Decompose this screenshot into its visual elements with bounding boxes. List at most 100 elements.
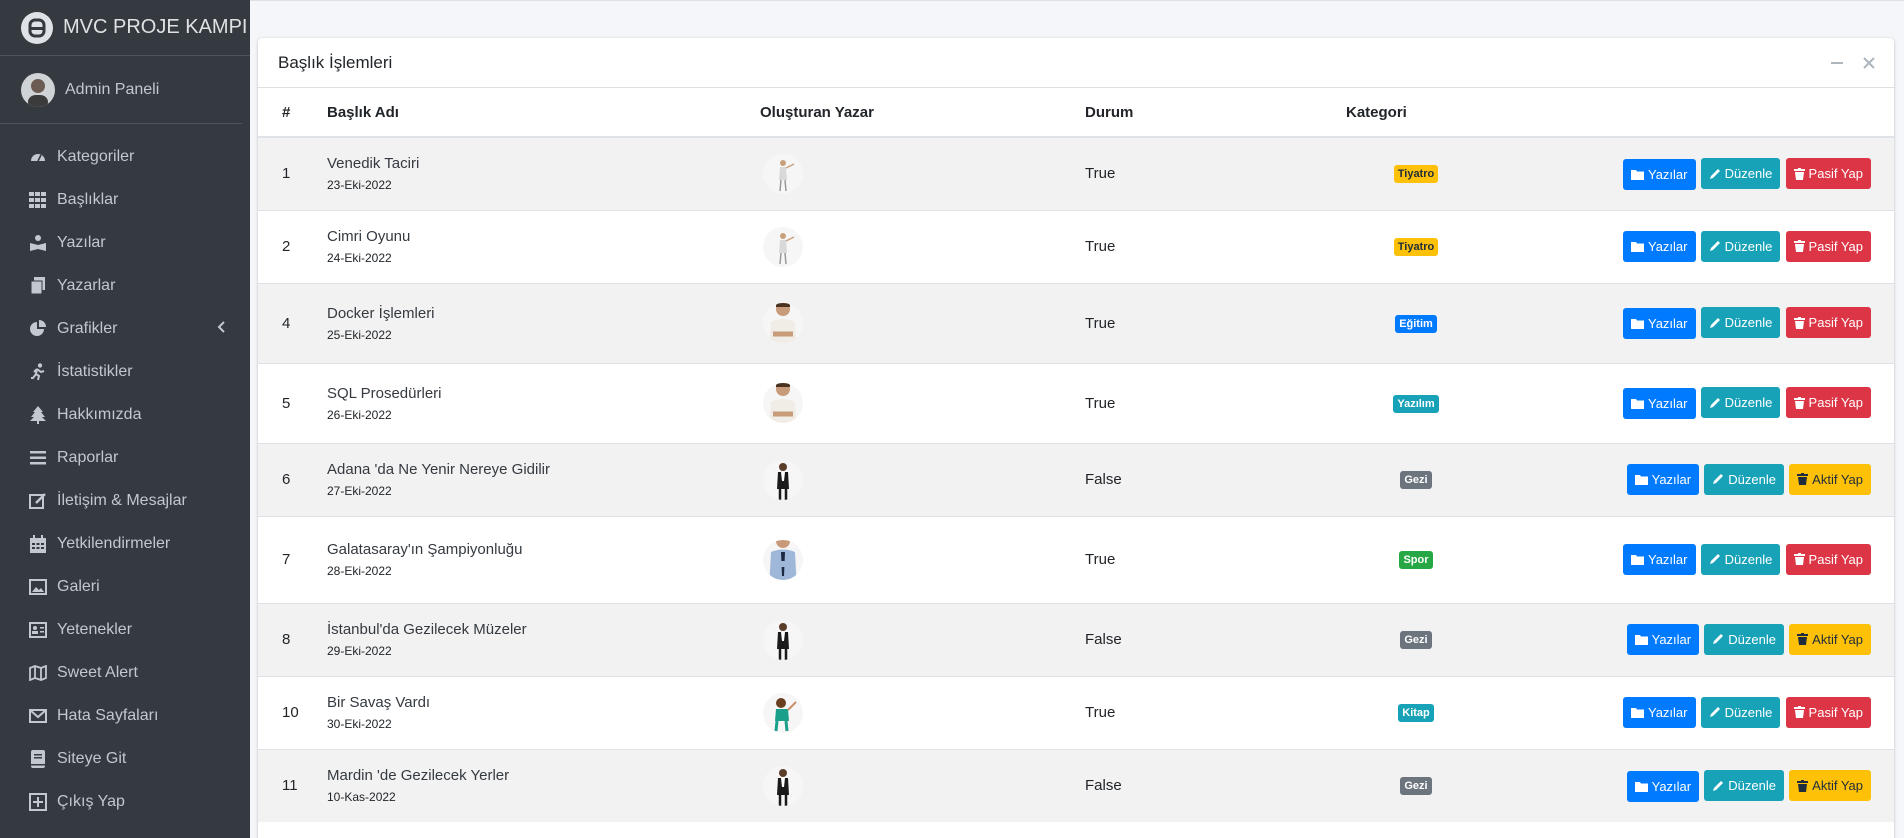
category-badge: Tiyatro [1393, 165, 1439, 184]
row-id: 5 [258, 362, 327, 443]
posts-button[interactable]: Yazılar [1623, 544, 1696, 576]
sidebar-item-14[interactable]: Siteye Git [0, 737, 250, 780]
id-card-icon [28, 620, 48, 640]
edit-button[interactable]: Düzenle [1704, 463, 1784, 495]
posts-button-label: Yazılar [1651, 472, 1692, 488]
posts-button-label: Yazılar [1651, 778, 1692, 794]
edit-button[interactable]: Düzenle [1700, 543, 1781, 575]
chevron-left-icon [217, 320, 225, 338]
close-icon[interactable] [1860, 54, 1878, 72]
author-avatar [763, 383, 803, 423]
posts-button-label: Yazılar [1648, 315, 1688, 331]
posts-button[interactable]: Yazılar [1623, 387, 1696, 419]
edit-button[interactable]: Düzenle [1700, 230, 1781, 262]
sidebar-item-6[interactable]: Hakkımızda [0, 393, 250, 436]
card-tools [1828, 54, 1878, 72]
toggle-status-button[interactable]: Pasif Yap [1785, 307, 1871, 339]
toggle-status-button[interactable]: Aktif Yap [1789, 463, 1871, 495]
category-badge: Gezi [1400, 631, 1432, 649]
sidebar-item-4[interactable]: Grafikler [0, 307, 250, 350]
author-avatar [763, 459, 803, 500]
folder-icon [1631, 318, 1644, 329]
sidebar-item-11[interactable]: Yetenekler [0, 608, 250, 651]
edit-button-label: Düzenle [1724, 551, 1773, 567]
status-cell: True [1085, 515, 1346, 603]
sidebar-item-15[interactable]: Çıkış Yap [0, 780, 250, 823]
title-date: 28-Eki-2022 [327, 564, 392, 578]
author-avatar [763, 619, 803, 660]
sidebar-item-0[interactable]: Kategoriler [0, 135, 250, 178]
toggle-status-button[interactable]: Pasif Yap [1785, 158, 1871, 189]
table-row: 4 Docker İşlemleri 25-Eki-2022 True Eğitim Ya… [258, 282, 1894, 363]
category-badge: Spor [1399, 551, 1433, 569]
sidebar-item-label: İletişim & Mesajlar [57, 491, 187, 509]
status-cell: True [1085, 136, 1346, 210]
sidebar-item-7[interactable]: Raporlar [0, 436, 250, 479]
edit-button[interactable]: Düzenle [1700, 696, 1781, 728]
sidebar-item-12[interactable]: Sweet Alert [0, 651, 250, 694]
edit-button[interactable]: Düzenle [1700, 387, 1781, 419]
sidebar-item-label: Başlıklar [57, 190, 119, 208]
list-icon [28, 448, 48, 468]
table-row: 11 Mardin 'de Gezilecek Yerler 10-Kas-2022… [258, 748, 1894, 822]
page-title: Başlık İşlemleri [278, 52, 393, 72]
header-actions [1486, 88, 1894, 138]
sidebar-item-3[interactable]: Yazarlar [0, 264, 250, 307]
folder-icon [1634, 634, 1648, 646]
pencil-icon [1712, 633, 1724, 645]
toggle-status-button[interactable]: Aktif Yap [1789, 770, 1871, 801]
header-title: Başlık Adı [327, 88, 760, 138]
title-name: Venedik Taciri [327, 155, 420, 173]
sidebar-item-8[interactable]: İletişim & Mesajlar [0, 479, 250, 522]
actions-cell: Yazılar Düzenle Pasif Yap [1486, 362, 1894, 443]
toggle-status-button[interactable]: Aktif Yap [1789, 623, 1871, 655]
sidebar-item-13[interactable]: Hata Sayfaları [0, 694, 250, 737]
posts-button[interactable]: Yazılar [1623, 158, 1696, 190]
edit-button[interactable]: Düzenle [1704, 623, 1784, 655]
sidebar-item-10[interactable]: Galeri [0, 565, 250, 608]
sidebar-item-label: İstatistikler [57, 362, 133, 380]
sidebar-item-label: Yazarlar [57, 276, 116, 294]
posts-button[interactable]: Yazılar [1623, 307, 1696, 339]
map-icon [28, 663, 48, 683]
posts-button[interactable]: Yazılar [1623, 697, 1696, 729]
posts-button[interactable]: Yazılar [1623, 231, 1696, 263]
user-panel[interactable]: Admin Paneli [0, 56, 242, 124]
title-cell: Venedik Taciri 23-Eki-2022 [327, 136, 760, 210]
title-name: Bir Savaş Vardı [327, 694, 431, 711]
sidebar-item-1[interactable]: Başlıklar [0, 178, 250, 221]
pencil-icon [1709, 240, 1721, 252]
toggle-status-button[interactable]: Pasif Yap [1785, 543, 1871, 575]
sidebar-item-9[interactable]: Yetkilendirmeler [0, 522, 250, 565]
actions-cell: Yazılar Düzenle Pasif Yap [1486, 136, 1894, 210]
toggle-status-button[interactable]: Pasif Yap [1785, 230, 1871, 262]
trash-icon [1797, 473, 1809, 486]
toggle-status-button[interactable]: Pasif Yap [1785, 387, 1871, 419]
pencil-icon [1709, 553, 1721, 565]
title-date: 29-Eki-2022 [327, 644, 392, 658]
minimize-icon[interactable] [1828, 54, 1846, 72]
sidebar-item-5[interactable]: İstatistikler [0, 350, 250, 393]
author-cell [760, 675, 1085, 749]
title-cell: İstanbul'da Gezilecek Müzeler 29-Eki-2022 [327, 602, 760, 676]
title-date: 30-Eki-2022 [327, 717, 392, 731]
brand-link[interactable]: MVC PROJE KAMPI [0, 0, 250, 56]
trash-icon [1793, 706, 1805, 719]
posts-button[interactable]: Yazılar [1626, 624, 1700, 656]
folder-icon [1631, 169, 1644, 180]
posts-button[interactable]: Yazılar [1626, 464, 1700, 496]
image-icon [28, 577, 48, 597]
edit-button[interactable]: Düzenle [1704, 770, 1784, 801]
header-num: # [258, 88, 327, 138]
category-badge: Tiyatro [1393, 238, 1439, 256]
row-id: 2 [258, 209, 327, 283]
posts-button[interactable]: Yazılar [1626, 770, 1700, 802]
toggle-status-label: Aktif Yap [1812, 631, 1863, 647]
title-date: 23-Eki-2022 [327, 178, 392, 193]
sidebar-item-2[interactable]: Yazılar [0, 221, 250, 264]
trash-icon [1797, 633, 1809, 646]
brand-text: MVC PROJE KAMPI [63, 16, 248, 38]
toggle-status-button[interactable]: Pasif Yap [1785, 696, 1871, 728]
edit-button[interactable]: Düzenle [1700, 158, 1781, 189]
edit-button[interactable]: Düzenle [1700, 307, 1781, 339]
